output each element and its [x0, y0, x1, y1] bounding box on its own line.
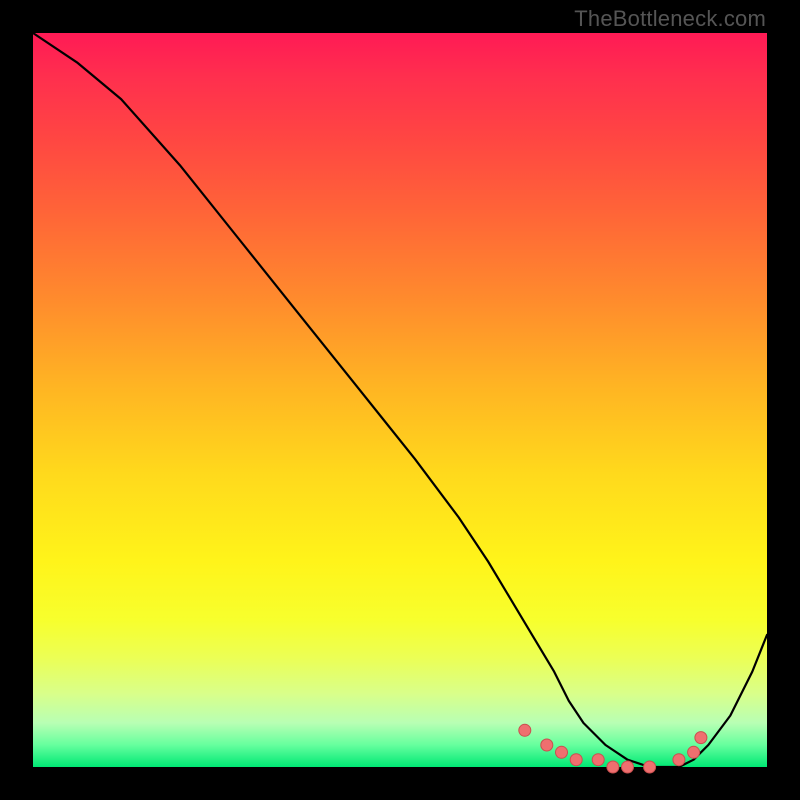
highlight-dot	[622, 761, 634, 773]
highlight-dot	[541, 739, 553, 751]
highlight-dot	[570, 754, 582, 766]
highlight-dot	[519, 724, 531, 736]
highlight-dot	[688, 746, 700, 758]
highlight-dot	[695, 732, 707, 744]
highlight-dot	[644, 761, 656, 773]
chart-frame: { "watermark": "TheBottleneck.com", "col…	[0, 0, 800, 800]
bottleneck-curve	[33, 33, 767, 767]
highlight-dot	[607, 761, 619, 773]
highlight-dot	[673, 754, 685, 766]
highlight-dot	[592, 754, 604, 766]
highlight-dot	[556, 746, 568, 758]
chart-overlay	[33, 33, 767, 767]
watermark-text: TheBottleneck.com	[574, 6, 766, 32]
